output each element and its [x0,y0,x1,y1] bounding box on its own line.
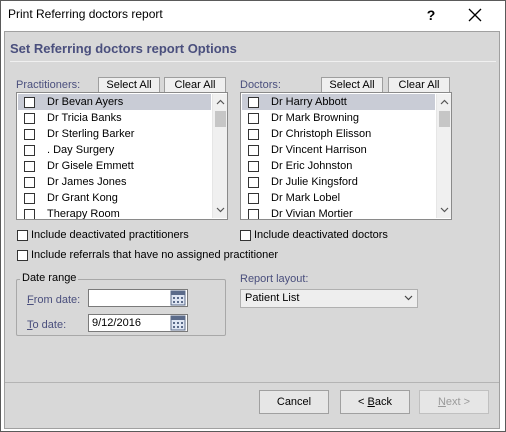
list-item[interactable]: Dr Christoph Elisson [242,126,435,142]
list-item-label: Dr Eric Johnston [271,160,353,172]
scroll-up-icon[interactable] [440,98,449,107]
list-item-label: Therapy Room [47,208,120,220]
dialog-window: Print Referring doctors report ? Set Ref… [0,0,506,432]
checkbox-box[interactable] [240,229,251,241]
list-item-label: Dr Bevan Ayers [47,96,124,108]
doctors-scroll-thumb[interactable] [439,111,450,127]
next-label-rest: ext > [445,396,471,408]
practitioners-list[interactable]: Therapy Room Dr Grant Kong Dr James Jones D… [16,92,228,220]
back-button[interactable]: < Back [340,390,410,414]
list-item[interactable]: . Day Surgery [18,142,211,158]
checkbox-box[interactable] [248,160,259,172]
from-date-label: From date: [27,294,81,306]
list-item[interactable]: Dr Harry Abbott [242,94,435,110]
list-item-label: Dr Sterling Barker [47,128,135,140]
list-item[interactable]: Dr Grant Kong [18,190,211,206]
doctors-list[interactable]: Dr Vivian Mortier Dr Mark Lobel Dr Julie K… [240,92,452,220]
list-item[interactable]: Dr Mark Browning [242,110,435,126]
practitioners-scroll-thumb[interactable] [215,111,226,127]
to-date-label-text: o date: [32,319,67,331]
scroll-down-icon[interactable] [440,205,449,214]
calendar-icon[interactable] [170,315,186,331]
list-item-label: Dr Mark Browning [271,112,360,124]
list-item-label: Dr Vincent Harrison [271,144,367,156]
list-item[interactable]: Dr Gisele Emmett [18,158,211,174]
practitioners-label: Practitioners: [16,79,81,91]
help-button[interactable]: ? [421,5,441,25]
list-item-label: Dr Grant Kong [47,192,118,204]
list-item-label: Dr Christoph Elisson [271,128,372,140]
scroll-up-icon[interactable] [216,98,225,107]
include-deactivated-doctors-checkbox[interactable]: Include deactivated doctors [240,229,388,241]
checkbox-box[interactable] [24,96,35,108]
footer-divider [5,382,499,383]
report-layout-label: Report layout: [240,273,309,285]
checkbox-label: Include deactivated doctors [254,229,388,241]
title-bar: Print Referring doctors report ? [1,1,505,29]
date-range-title: Date range [20,272,79,284]
back-label-rest: ack [374,396,392,408]
chevron-down-icon [404,295,413,301]
scroll-down-icon[interactable] [216,205,225,214]
doctors-scrollbar[interactable] [436,94,451,218]
cancel-button[interactable]: Cancel [259,390,329,414]
list-item[interactable]: Dr Tricia Banks [18,110,211,126]
window-title: Print Referring doctors report [8,7,163,21]
report-layout-select[interactable]: Patient List [240,289,418,308]
report-layout-value: Patient List [245,292,300,304]
checkbox-box[interactable] [24,160,35,172]
checkbox-box[interactable] [248,176,259,188]
checkbox-box[interactable] [17,229,28,241]
checkbox-box[interactable] [248,208,259,219]
list-item[interactable]: Dr Julie Kingsford [242,174,435,190]
list-item-label: Dr James Jones [47,176,127,188]
checkbox-label: Include referrals that have no assigned … [31,249,279,261]
checkbox-box[interactable] [248,128,259,140]
checkbox-label: Include deactivated practitioners [31,229,189,241]
list-item-label: Dr Tricia Banks [47,112,122,124]
checkbox-box[interactable] [24,128,35,140]
close-icon[interactable] [463,5,487,25]
doctors-label: Doctors: [240,79,281,91]
list-item[interactable]: Dr Eric Johnston [242,158,435,174]
from-date-label-text: rom date: [33,294,81,306]
to-date-label: To date: [27,319,67,331]
list-item[interactable]: Dr Sterling Barker [18,126,211,142]
next-button[interactable]: Next > [419,390,489,414]
list-item[interactable]: Therapy Room [18,206,211,220]
checkbox-box[interactable] [248,96,259,108]
heading-divider [10,61,496,62]
checkbox-box[interactable] [248,144,259,156]
list-item[interactable]: Dr Vincent Harrison [242,142,435,158]
back-label-prefix: < [358,396,368,408]
include-no-practitioner-checkbox[interactable]: Include referrals that have no assigned … [17,249,278,261]
list-item-label: Dr Vivian Mortier [271,208,353,220]
list-item[interactable]: Dr Mark Lobel [242,190,435,206]
list-item-label: Dr Gisele Emmett [47,160,134,172]
practitioners-scrollbar[interactable] [212,94,227,218]
checkbox-box[interactable] [24,112,35,124]
checkbox-box[interactable] [248,192,259,204]
checkbox-box[interactable] [17,249,28,261]
page-title: Set Referring doctors report Options [10,41,237,56]
list-item-label: . Day Surgery [47,144,115,156]
checkbox-box[interactable] [24,176,35,188]
list-item[interactable]: Dr Vivian Mortier [242,206,435,220]
list-item-label: Dr Julie Kingsford [271,176,358,188]
list-item[interactable]: Dr James Jones [18,174,211,190]
checkbox-box[interactable] [24,144,35,156]
checkbox-box[interactable] [24,192,35,204]
list-item[interactable]: Dr Bevan Ayers [18,94,211,110]
dialog-client-area: Set Referring doctors report Options Pra… [4,31,500,429]
checkbox-box[interactable] [24,208,35,219]
include-deactivated-practitioners-checkbox[interactable]: Include deactivated practitioners [17,229,189,241]
checkbox-box[interactable] [248,112,259,124]
list-item-label: Dr Mark Lobel [271,192,341,204]
list-item-label: Dr Harry Abbott [271,96,347,108]
calendar-icon[interactable] [170,290,186,306]
